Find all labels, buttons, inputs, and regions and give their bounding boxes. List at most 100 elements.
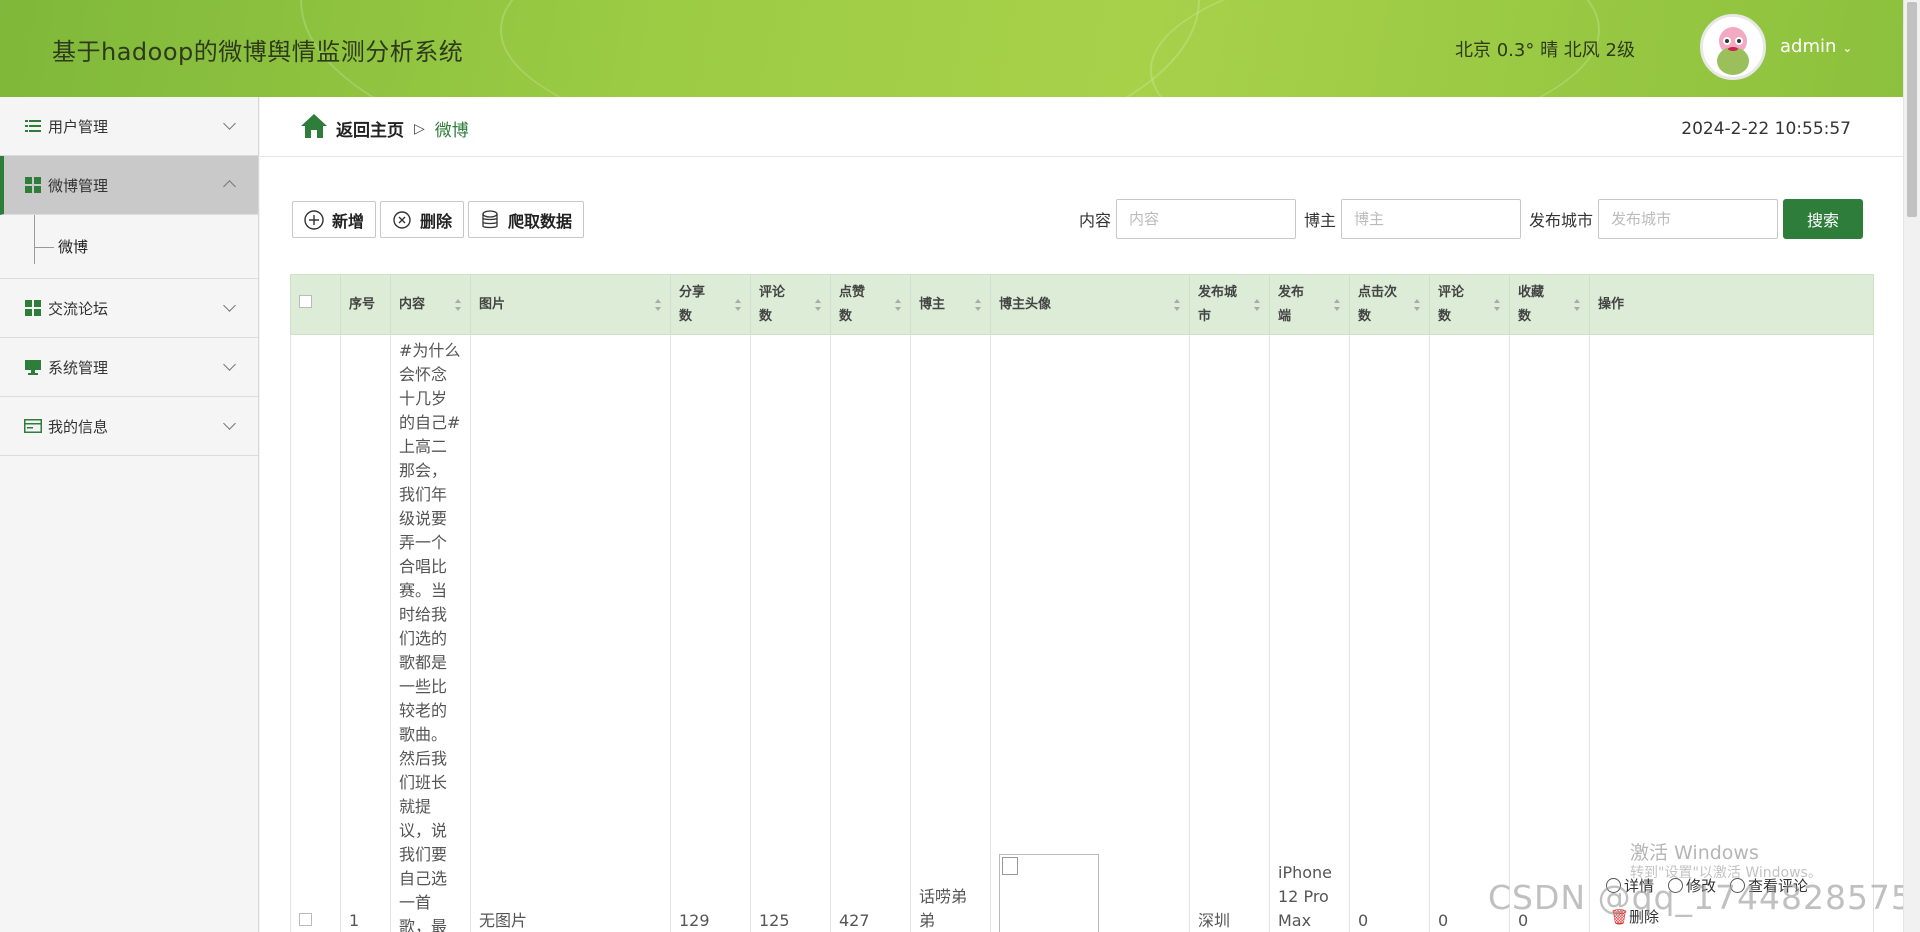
sort-icon[interactable] xyxy=(975,298,982,311)
column-header-label: 分享 数 xyxy=(679,284,706,324)
select-all-checkbox[interactable] xyxy=(299,294,312,308)
content-search-input[interactable] xyxy=(1115,199,1296,239)
grid-icon xyxy=(24,300,42,316)
sidebar-item-label: 交流论坛 xyxy=(48,299,109,318)
sidebar: 用户管理 微博管理 微博 交流论坛 系统管理 我的信息 xyxy=(0,97,259,932)
row-index: 1 xyxy=(340,334,391,932)
chevron-up-icon xyxy=(223,180,236,193)
sidebar-item-label: 系统管理 xyxy=(48,358,109,377)
sort-icon[interactable] xyxy=(1174,298,1181,311)
delete-button[interactable]: 删除 xyxy=(380,201,465,238)
scrollbar-thumb[interactable] xyxy=(1907,2,1917,217)
avatar[interactable] xyxy=(1700,14,1766,80)
column-header-label: 点赞 数 xyxy=(839,284,866,324)
sidebar-subitem-label: 微博 xyxy=(58,238,89,256)
row-image: 无图片 xyxy=(470,334,671,932)
sort-icon[interactable] xyxy=(735,298,742,311)
csdn-watermark: CSDN @qq_1744828575 xyxy=(1488,878,1913,917)
sidebar-item-system-management[interactable]: 系统管理 xyxy=(0,338,258,397)
sort-icon[interactable] xyxy=(1414,298,1421,311)
column-header-label: 内容 xyxy=(399,296,426,312)
column-header-label: 图片 xyxy=(479,296,506,312)
table-header-row: 序号 内容 图片 分享 数 评论 数 点赞 数 博主 博主头像 发布城 市 发布… xyxy=(290,274,1874,335)
sort-icon[interactable] xyxy=(1494,298,1501,311)
page-scrollbar[interactable] xyxy=(1903,0,1920,932)
row-content: #为什么会怀念十几岁的自己#上高二那会，我们年级说要弄一个合唱比赛。当时给我们选… xyxy=(390,334,471,932)
sort-icon[interactable] xyxy=(1574,298,1581,311)
sort-icon[interactable] xyxy=(455,298,462,311)
column-header-blogger[interactable]: 博主 xyxy=(910,274,991,335)
column-header-city[interactable]: 发布城 市 xyxy=(1189,274,1270,335)
row-blogger-value: 话唠弟弟 xyxy=(919,887,968,930)
row-city-value: 深圳 xyxy=(1198,911,1231,930)
row-client: iPhone 12 Pro Max xyxy=(1269,334,1350,932)
city-search-input[interactable] xyxy=(1598,199,1778,239)
sidebar-item-weibo-management[interactable]: 微博管理 xyxy=(0,156,258,215)
row-clicks: 0 xyxy=(1349,334,1430,932)
sidebar-item-my-info[interactable]: 我的信息 xyxy=(0,397,258,456)
weibo-table: 序号 内容 图片 分享 数 评论 数 点赞 数 博主 博主头像 发布城 市 发布… xyxy=(290,274,1874,932)
column-header-clicks[interactable]: 点击次 数 xyxy=(1349,274,1430,335)
list-icon xyxy=(24,118,42,134)
topbar: 返回主页 ▷ 微博 2024-2-22 10:55:57 xyxy=(260,97,1903,157)
sort-icon[interactable] xyxy=(1254,298,1261,311)
weather-info: 北京 0.3° 晴 北风 2级 xyxy=(1455,40,1635,61)
sort-icon[interactable] xyxy=(895,298,902,311)
add-button-label: 新增 xyxy=(332,211,365,231)
column-header-blogger-avatar[interactable]: 博主头像 xyxy=(990,274,1190,335)
home-icon[interactable] xyxy=(300,113,328,144)
content-label: 内容 xyxy=(1078,211,1111,230)
column-header-label: 博主 xyxy=(919,296,946,312)
city-label: 发布城市 xyxy=(1528,211,1593,230)
current-datetime: 2024-2-22 10:55:57 xyxy=(1681,119,1851,139)
row-city: 深圳 xyxy=(1189,334,1270,932)
column-header-comments[interactable]: 评论 数 xyxy=(750,274,831,335)
column-header-likes[interactable]: 点赞 数 xyxy=(830,274,911,335)
close-circle-icon xyxy=(392,210,412,230)
delete-button-label: 删除 xyxy=(420,211,453,231)
column-header-shares[interactable]: 分享 数 xyxy=(670,274,751,335)
breadcrumb-current: 微博 xyxy=(434,121,469,141)
user-menu[interactable]: admin ⌄ xyxy=(1780,36,1852,57)
username: admin xyxy=(1780,36,1837,57)
blogger-search-input[interactable] xyxy=(1340,199,1521,239)
crawl-data-button-label: 爬取数据 xyxy=(508,211,573,231)
sidebar-item-user-management[interactable]: 用户管理 xyxy=(0,97,258,156)
row-comments2: 0 xyxy=(1429,334,1510,932)
column-header-label: 评论 数 xyxy=(1438,284,1465,324)
sort-icon[interactable] xyxy=(655,298,662,311)
row-likes: 427 xyxy=(830,334,911,932)
crawl-data-button[interactable]: 爬取数据 xyxy=(468,201,585,238)
column-header-favorites[interactable]: 收藏 数 xyxy=(1509,274,1590,335)
select-all-header[interactable] xyxy=(290,274,341,335)
add-button[interactable]: 新增 xyxy=(292,201,377,238)
sidebar-subitem-weibo[interactable]: 微博 xyxy=(0,215,258,279)
row-checkbox[interactable] xyxy=(299,913,312,926)
row-blogger: 话唠弟弟 xyxy=(910,334,991,932)
column-header-index: 序号 xyxy=(340,274,391,335)
column-header-image[interactable]: 图片 xyxy=(470,274,671,335)
chevron-down-icon xyxy=(223,417,236,430)
column-header-label: 评论 数 xyxy=(759,284,786,324)
breadcrumb-home[interactable]: 返回主页 xyxy=(336,116,404,141)
column-header-client[interactable]: 发布 端 xyxy=(1269,274,1350,335)
search-bar: 内容 博主 发布城市 搜索 xyxy=(1071,199,1863,239)
search-button[interactable]: 搜索 xyxy=(1783,199,1863,239)
row-blogger-avatar xyxy=(990,334,1190,932)
row-select-cell[interactable] xyxy=(290,334,341,932)
column-header-content[interactable]: 内容 xyxy=(390,274,471,335)
column-header-label: 博主头像 xyxy=(999,296,1052,312)
sort-icon[interactable] xyxy=(1334,298,1341,311)
database-icon xyxy=(480,209,500,230)
main-content: 返回主页 ▷ 微博 2024-2-22 10:55:57 新增 删除 爬取数据 … xyxy=(260,97,1903,932)
grid-icon xyxy=(24,177,42,193)
column-header-comments2[interactable]: 评论 数 xyxy=(1429,274,1510,335)
sidebar-item-forum[interactable]: 交流论坛 xyxy=(0,279,258,338)
toolbar: 新增 删除 爬取数据 xyxy=(292,201,585,238)
plus-circle-icon xyxy=(304,209,324,230)
windows-activation-watermark: 激活 Windows xyxy=(1630,842,1759,864)
app-title: 基于hadoop的微博舆情监测分析系统 xyxy=(52,38,464,66)
row-client-value: iPhone 12 Pro Max xyxy=(1278,863,1333,930)
app-header: 基于hadoop的微博舆情监测分析系统 北京 0.3° 晴 北风 2级 admi… xyxy=(0,0,1903,97)
sort-icon[interactable] xyxy=(815,298,822,311)
